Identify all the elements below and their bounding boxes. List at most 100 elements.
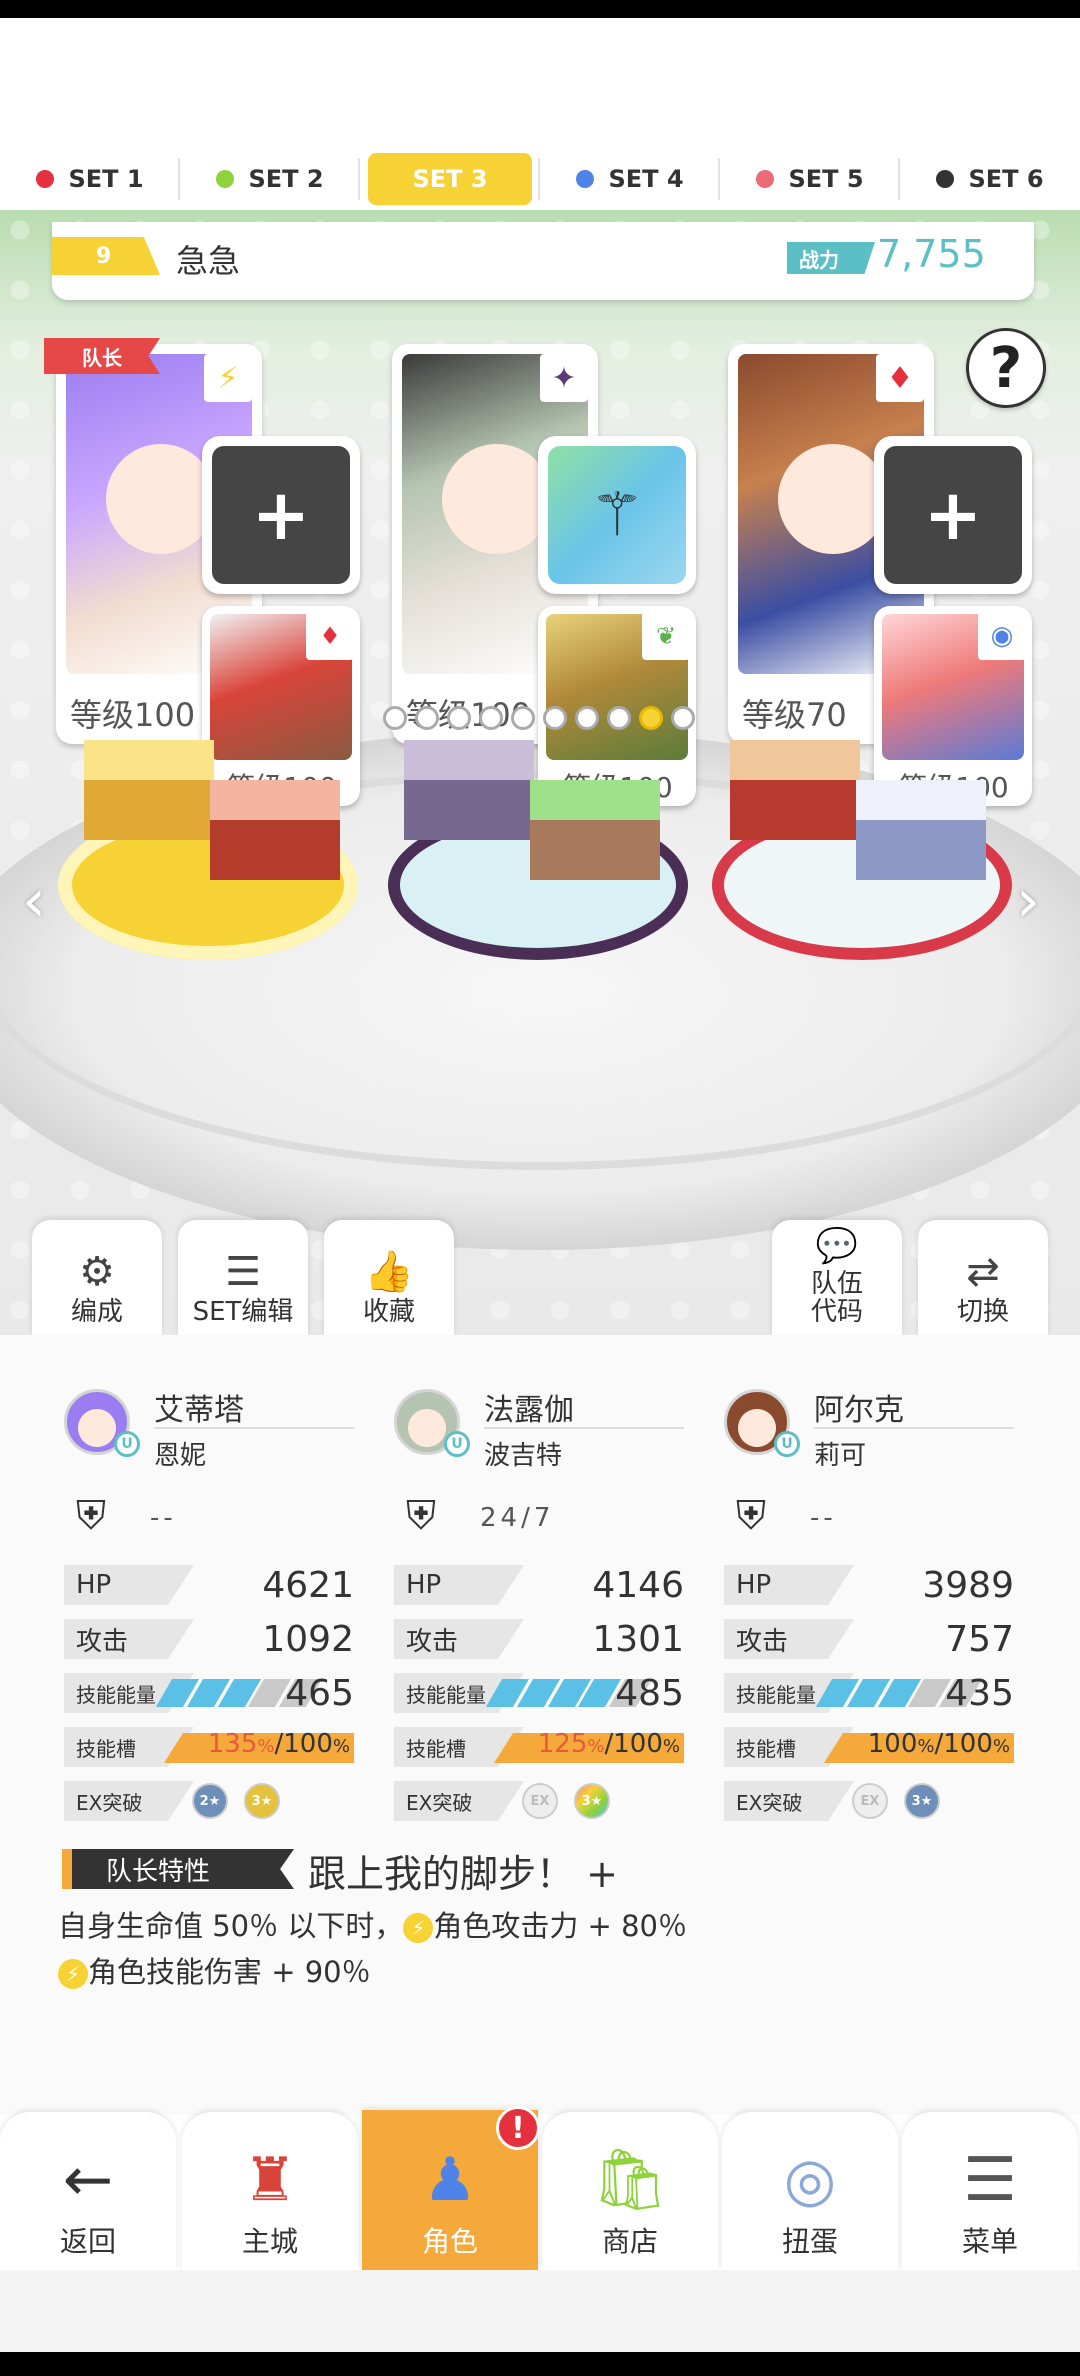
attack-label: 攻击 xyxy=(394,1619,524,1659)
divider xyxy=(814,1427,1014,1429)
menu-list-icon: ☰ xyxy=(963,2145,1017,2215)
water-icon: ◉ xyxy=(978,612,1026,660)
support-card-3[interactable]: ◉ 等级100 xyxy=(874,606,1032,806)
ex-label: EX突破 xyxy=(394,1781,524,1821)
page-dot[interactable] xyxy=(383,706,407,730)
page-indicator xyxy=(383,706,695,730)
header-area xyxy=(0,18,1080,148)
set-6-dot xyxy=(936,170,955,188)
page-dot[interactable] xyxy=(415,706,439,730)
energy-row: 技能能量 435 xyxy=(724,1673,1014,1714)
energy-row: 技能能量 485 xyxy=(394,1673,684,1714)
tab-set-5[interactable]: SET 5 xyxy=(720,148,900,210)
nav-gacha[interactable]: ◎ 扭蛋 xyxy=(722,2112,898,2270)
hp-row: HP 4621 xyxy=(64,1565,354,1606)
equipment-slot-1[interactable]: + xyxy=(202,436,360,594)
leader-skill-line2: 角色技能伤害 + 90％ xyxy=(88,1955,371,1989)
list-icon: ☰ xyxy=(225,1249,261,1296)
attack-label: 攻击 xyxy=(724,1619,854,1659)
bottom-bar xyxy=(0,2352,1080,2376)
character-level: 等级70 xyxy=(742,696,847,734)
swap-icon: ⇄ xyxy=(966,1249,1000,1296)
tab-set-2[interactable]: SET 2 xyxy=(180,148,360,210)
energy-value: 485 xyxy=(615,1673,684,1714)
tab-set-5-label: SET 5 xyxy=(788,165,864,193)
tab-set-4-label: SET 4 xyxy=(608,165,684,193)
page-dot[interactable] xyxy=(511,706,535,730)
ex-rainbow-icon: 3★ xyxy=(574,1783,610,1819)
attack-row: 攻击 1092 xyxy=(64,1619,354,1660)
help-button[interactable]: ? xyxy=(966,328,1046,408)
lightning-icon: ⚡ xyxy=(403,1913,434,1943)
nav-shop[interactable]: 🛍 商店 xyxy=(542,2112,718,2270)
support-name: 恩妮 xyxy=(154,1441,207,1471)
thumbs-up-icon: 👍 xyxy=(364,1249,414,1296)
home-castle-icon: ♜ xyxy=(243,2145,297,2215)
skill-slot-value: 100%/100% xyxy=(867,1729,1010,1759)
character-name: 法露伽 xyxy=(484,1393,574,1428)
fire-icon: ♦ xyxy=(306,612,354,660)
hp-row: HP 3989 xyxy=(724,1565,1014,1606)
support-name: 波吉特 xyxy=(484,1441,563,1471)
page-dot[interactable] xyxy=(447,706,471,730)
formation-icon: ⚙ xyxy=(79,1249,115,1296)
set-edit-button[interactable]: ☰ SET编辑 xyxy=(178,1220,308,1335)
team-info-panel: U 艾蒂塔 恩妮 ⛨ -- HP 4621 攻击 1092 技能能量 465 技… xyxy=(0,1335,1080,2115)
skill-slot-max: 100 xyxy=(613,1729,663,1759)
equipment-slot-3[interactable]: + xyxy=(874,436,1032,594)
magic-wand-icon: ⚚ xyxy=(548,446,686,584)
attack-label: 攻击 xyxy=(64,1619,194,1659)
equipment-slot-2[interactable]: ⚚ xyxy=(538,436,696,594)
page-dot[interactable] xyxy=(543,706,567,730)
set-5-dot xyxy=(756,170,775,188)
status-bar xyxy=(0,0,1080,18)
lightning-icon: ⚡ xyxy=(204,354,252,402)
page-dot[interactable] xyxy=(575,706,599,730)
page-dot[interactable] xyxy=(671,706,695,730)
favorite-button[interactable]: 👍 收藏 xyxy=(324,1220,454,1335)
support-card-1[interactable]: ♦ 等级100 xyxy=(202,606,360,806)
lightning-icon: ⚡ xyxy=(58,1959,88,1989)
page-dot[interactable] xyxy=(479,706,503,730)
team-bar[interactable]: 9 急急 战力 7,755 xyxy=(52,222,1034,300)
nav-menu[interactable]: ☰ 菜单 xyxy=(902,2112,1078,2270)
block-silver xyxy=(856,780,986,880)
page-dot-active[interactable] xyxy=(639,706,663,730)
character-level: 等级100 xyxy=(70,696,196,734)
tab-set-1[interactable]: SET 1 xyxy=(0,148,180,210)
set-4-dot xyxy=(576,170,595,188)
equipment-value: -- xyxy=(150,1503,177,1533)
equipment-value: 24/7 xyxy=(480,1503,555,1533)
back-label: 返回 xyxy=(59,2225,116,2258)
leader-skill-tag: 队长特性 xyxy=(62,1849,294,1889)
support-badge-icon: U xyxy=(444,1431,470,1457)
ex-icons: EX 3★ xyxy=(522,1783,610,1819)
formation-button[interactable]: ⚙ 编成 xyxy=(32,1220,162,1335)
switch-button[interactable]: ⇄ 切换 xyxy=(918,1220,1048,1335)
tab-set-6[interactable]: SET 6 xyxy=(900,148,1080,210)
prev-team-arrow[interactable]: ‹ xyxy=(22,866,46,936)
leaf-icon: ❦ xyxy=(642,612,690,660)
skill-slot-max: 100 xyxy=(943,1729,993,1759)
back-button[interactable]: ← 返回 xyxy=(0,2112,176,2270)
leader-skill-description: 自身生命值 50％ 以下时， ⚡ 角色攻击力 + 80％ ⚡ 角色技能伤害 + 90％ xyxy=(58,1903,1038,1995)
ex-icons: 2★ 3★ xyxy=(192,1783,280,1819)
attack-value: 757 xyxy=(945,1619,1014,1660)
character-face xyxy=(442,444,552,554)
switch-label: 切换 xyxy=(956,1297,1009,1328)
page-dot[interactable] xyxy=(607,706,631,730)
tab-set-4[interactable]: SET 4 xyxy=(540,148,720,210)
team-scene: 9 急急 战力 7,755 ? 队长 ⚡ 等级100 + ♦ 等级100 ✦ 等… xyxy=(0,210,1080,1335)
nav-home[interactable]: ♜ 主城 xyxy=(182,2112,358,2270)
ex-empty-icon: EX xyxy=(852,1783,888,1819)
skill-slot-row: 技能槽 125%/100% xyxy=(394,1727,684,1767)
menu-label: 菜单 xyxy=(961,2225,1018,2258)
ex-row: EX突破 EX 3★ xyxy=(724,1781,1014,1821)
leader-skill-title[interactable]: 跟上我的脚步！ + xyxy=(308,1843,618,1898)
gacha-orb-icon: ◎ xyxy=(783,2145,837,2215)
tab-set-3[interactable]: SET 3 xyxy=(360,148,540,210)
team-code-button[interactable]: 💬 队伍 代码 xyxy=(772,1220,902,1335)
next-team-arrow[interactable]: › xyxy=(1016,866,1040,936)
shop-label: 商店 xyxy=(601,2225,658,2258)
team-name: 急急 xyxy=(176,242,241,280)
